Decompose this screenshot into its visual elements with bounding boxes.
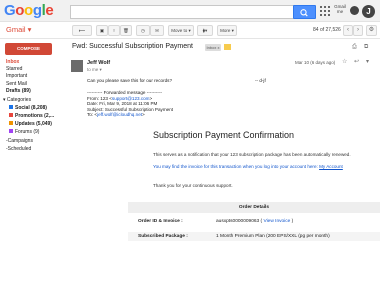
- sender-avatar: [71, 60, 83, 72]
- order-id-value: ausxpts0000009063 ( View Invoice ): [216, 217, 293, 226]
- sender-name: Jeff Wolf: [87, 60, 111, 66]
- app-switcher[interactable]: Gmail ▾: [6, 25, 31, 34]
- to-end: >: [142, 112, 145, 117]
- chevron-right-icon: ›: [357, 27, 359, 33]
- trash-icon: 🗑: [123, 28, 129, 33]
- social-category-icon: [9, 105, 13, 109]
- my-account-link[interactable]: My Account: [319, 164, 343, 169]
- order-id-label: Order ID & Invoice :: [138, 219, 183, 224]
- apps-grid-icon[interactable]: [320, 6, 330, 16]
- mark-unread-button[interactable]: ✉: [150, 25, 164, 36]
- order-id-text: ausxpts0000009063 (: [216, 219, 264, 224]
- logo-letter: o: [24, 2, 33, 19]
- sidebar-item-scheduled[interactable]: -Scheduled: [6, 146, 31, 152]
- recipient-details[interactable]: to me ▾: [87, 67, 102, 73]
- package-value: 1 Month Premium Plan (200 EPS/XXL (pg pe…: [216, 234, 330, 239]
- sidebar-item-inbox[interactable]: Inbox: [6, 59, 19, 65]
- from-email-link[interactable]: support@123.com: [112, 96, 150, 101]
- logo-letter: o: [15, 2, 25, 19]
- labels-button[interactable]: ⧫▾: [197, 25, 213, 36]
- print-icon[interactable]: ⎙: [352, 44, 357, 51]
- from-end: >: [149, 95, 153, 101]
- logo-letter: g: [32, 2, 42, 19]
- sidebar-item-promotions[interactable]: Promotions (2,...: [9, 113, 54, 119]
- table-row: Order ID & Invoice : ausxpts0000009063 (…: [128, 217, 380, 226]
- delete-button[interactable]: 🗑: [120, 25, 132, 36]
- more-button[interactable]: More ▾: [217, 25, 237, 36]
- envelope-icon: ✉: [155, 28, 159, 33]
- sidebar-item-important[interactable]: Important: [6, 73, 27, 79]
- logo-letter: G: [4, 2, 16, 19]
- sidebar-item-label: Updates (5,049): [15, 121, 52, 127]
- sidebar-item-updates[interactable]: Updates (5,049): [9, 121, 52, 127]
- back-arrow-icon: ⟵: [78, 28, 86, 33]
- account-paragraph: You may find the invoice for this transa…: [153, 164, 353, 170]
- message-intro: Can you please save this for our records…: [87, 78, 173, 83]
- settings-button[interactable]: ⚙: [366, 25, 377, 36]
- importance-marker-icon[interactable]: [224, 44, 231, 50]
- order-details-table: Order Details Order ID & Invoice : ausxp…: [128, 198, 380, 273]
- message-subject: Fwd: Successful Subscription Payment: [72, 43, 193, 50]
- search-icon: [300, 9, 308, 17]
- new-window-icon[interactable]: ⧉: [364, 44, 368, 51]
- from-label: From: 123 <: [87, 95, 112, 101]
- to-label: To: <: [87, 112, 98, 117]
- move-to-label: Move to ▾: [171, 28, 191, 33]
- package-label: Subscribed Package :: [138, 234, 188, 239]
- label-tag-icon: ⧫▾: [202, 28, 208, 33]
- compose-button[interactable]: COMPOSE: [5, 43, 52, 55]
- sidebar-item-campaigns[interactable]: -Campaigns: [6, 138, 33, 144]
- updates-category-icon: [9, 121, 13, 125]
- sidebar-item-label: Promotions (2,...: [15, 113, 55, 119]
- page-count: 84 of 27,526: [313, 27, 341, 33]
- sidebar-item-sent[interactable]: Sent Mail: [6, 81, 27, 87]
- view-invoice-link[interactable]: View Invoice: [263, 219, 290, 224]
- sidebar-item-starred[interactable]: Starred: [6, 66, 22, 72]
- order-id-end: ): [290, 219, 294, 224]
- star-icon[interactable]: ☆: [342, 58, 347, 66]
- promotions-category-icon: [9, 113, 13, 117]
- confirmation-paragraph: This serves as a notification that your …: [153, 152, 351, 157]
- older-button[interactable]: ›: [353, 25, 363, 36]
- forward-to: To: <jeff.wolf@icloudhq.net>: [87, 112, 145, 117]
- message-date: Mar 10 (6 days ago): [295, 60, 336, 65]
- archive-button[interactable]: ▣: [96, 25, 108, 36]
- back-button[interactable]: ⟵: [72, 25, 92, 36]
- google-logo[interactable]: Google: [4, 2, 54, 20]
- archive-icon: ▣: [99, 28, 105, 33]
- notifications-icon[interactable]: [350, 6, 359, 15]
- search-button[interactable]: [293, 5, 316, 19]
- to-email-link[interactable]: jeff.wolf@icloudhq.net: [97, 112, 142, 117]
- inbox-label-chip[interactable]: Inbox x: [205, 44, 221, 51]
- signature-marker: -- d-jf: [255, 78, 266, 83]
- sidebar-item-social[interactable]: Social (8,208): [9, 105, 47, 111]
- snooze-button[interactable]: ◷: [136, 25, 150, 36]
- account-label[interactable]: Gmail me: [334, 4, 346, 14]
- sidebar-item-forums[interactable]: Forums (9): [9, 129, 39, 135]
- move-to-button[interactable]: Move to ▾: [168, 25, 194, 36]
- categories-toggle[interactable]: ▾ Categories: [3, 97, 31, 103]
- sidebar-item-drafts[interactable]: Drafts (89): [6, 88, 31, 94]
- more-label: More ▾: [220, 28, 234, 33]
- more-options-icon[interactable]: ▾: [366, 58, 369, 66]
- confirmation-title: Subscription Payment Confirmation: [153, 130, 295, 140]
- chevron-left-icon: ‹: [347, 27, 349, 33]
- logo-letter: e: [45, 2, 54, 19]
- account-text: You may find the invoice for this transa…: [153, 164, 320, 169]
- newer-button[interactable]: ‹: [343, 25, 353, 36]
- spam-button[interactable]: !: [108, 25, 120, 36]
- order-details-heading: Order Details: [128, 202, 380, 213]
- report-spam-icon: !: [113, 28, 115, 33]
- sidebar-item-label: Forums (9): [15, 129, 40, 135]
- forums-category-icon: [9, 129, 13, 133]
- search-input[interactable]: [70, 5, 294, 19]
- avatar[interactable]: J: [362, 5, 375, 18]
- sidebar-item-label: Social (8,208): [15, 105, 47, 111]
- clock-icon: ◷: [141, 28, 145, 33]
- gear-icon: ⚙: [368, 27, 375, 33]
- reply-icon[interactable]: ↩: [354, 58, 359, 66]
- thanks-paragraph: Thank you for your continuous support.: [153, 183, 233, 188]
- table-row: Subscribed Package : 1 Month Premium Pla…: [128, 232, 380, 241]
